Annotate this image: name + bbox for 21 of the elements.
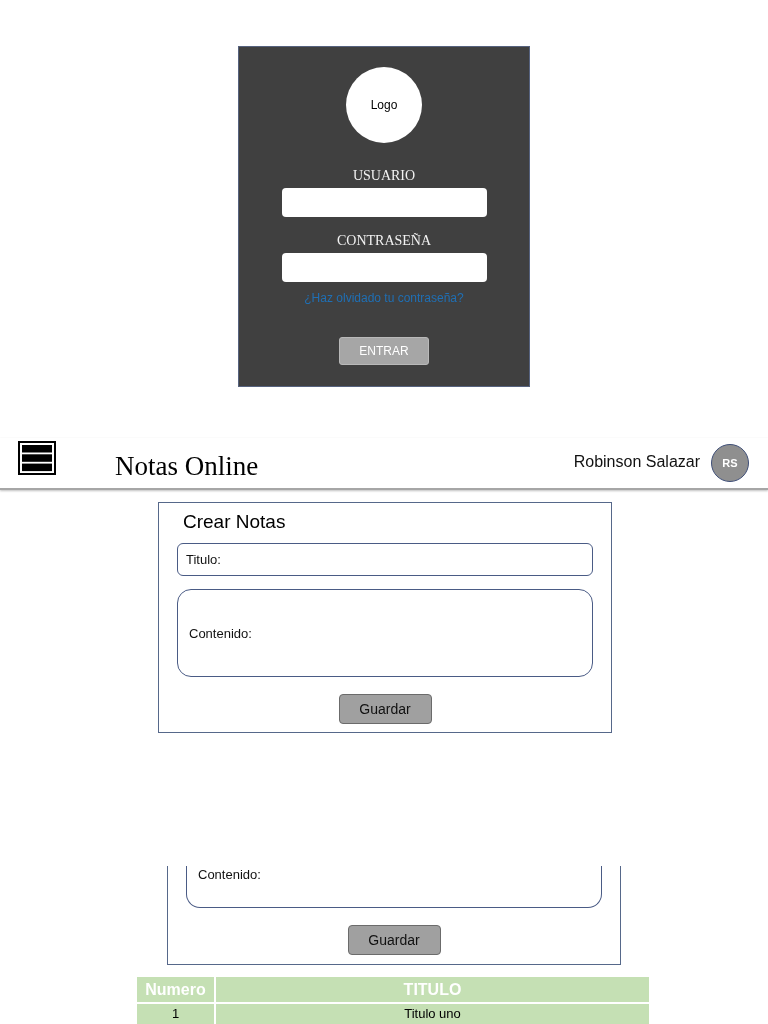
field-label: USUARIO xyxy=(352,168,416,184)
menu-icon[interactable] xyxy=(18,441,56,475)
field-label: CONTRASEÑA xyxy=(336,233,432,249)
login-button[interactable]: ENTRAR xyxy=(339,337,429,365)
input-field[interactable] xyxy=(281,188,487,217)
save-button[interactable]: Guardar xyxy=(347,925,441,955)
table-cell: 1 xyxy=(137,1004,214,1024)
column-header: Numero xyxy=(137,977,214,1002)
input-field[interactable] xyxy=(281,253,487,282)
save-button[interactable]: Guardar xyxy=(338,694,432,724)
logo-circle: Logo xyxy=(346,67,422,143)
content-field[interactable]: Contenido: xyxy=(177,589,593,677)
title-field[interactable]: Titulo: xyxy=(177,543,593,576)
card-title: Crear Notas xyxy=(183,510,286,534)
user-avatar[interactable]: RS xyxy=(711,444,749,482)
app-title: Notas Online xyxy=(115,450,259,482)
table-cell: Titulo uno xyxy=(216,1004,649,1024)
column-header: TITULO xyxy=(216,977,649,1002)
user-name: Robinson Salazar xyxy=(573,452,700,472)
forgot-password-link[interactable]: ¿Haz olvidado tu contraseña? xyxy=(304,291,464,306)
content-field[interactable]: Contenido: xyxy=(186,866,602,908)
